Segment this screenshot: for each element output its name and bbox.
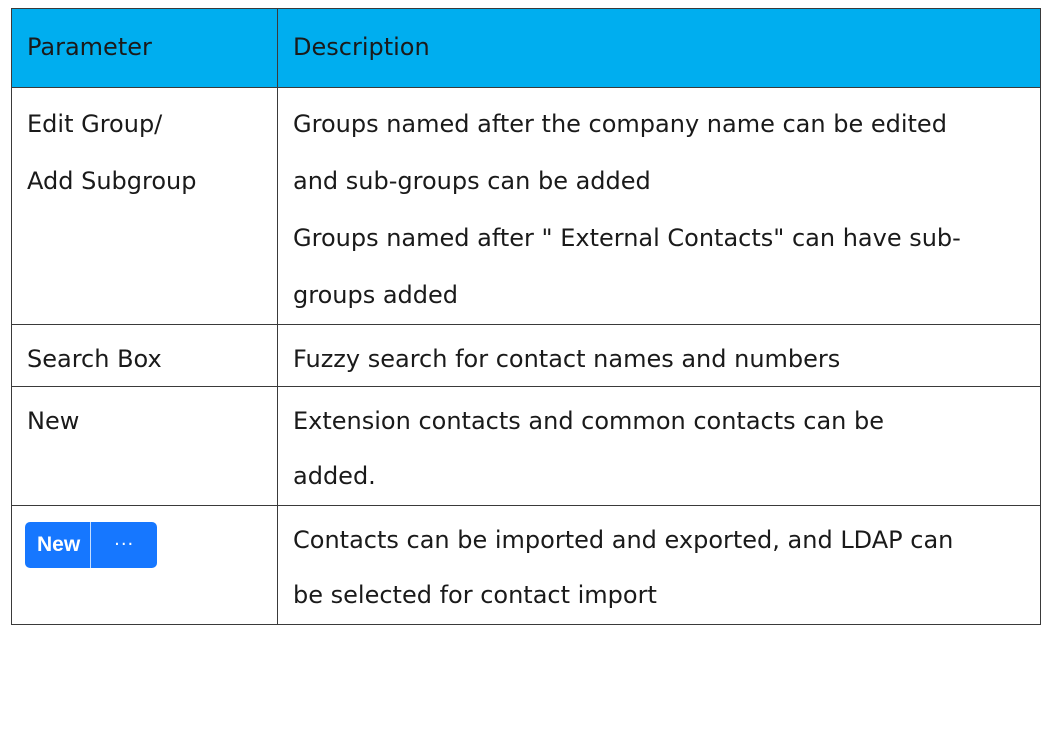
description-text: added. <box>293 462 376 490</box>
description-cell: Groups named after the company name can … <box>277 87 1041 325</box>
description-cell: Fuzzy search for contact names and numbe… <box>277 324 1041 387</box>
new-button-group: New ··· <box>25 522 158 568</box>
table-row: Search Box Fuzzy search for contact name… <box>11 324 1041 387</box>
parameter-text: Edit Group/ <box>27 110 163 138</box>
description-text: groups added <box>293 281 459 309</box>
parameter-cell: New ··· <box>11 505 278 625</box>
new-button[interactable]: New <box>25 522 92 568</box>
description-text: Extension contacts and common contacts c… <box>293 407 885 435</box>
description-cell: Contacts can be imported and exported, a… <box>277 505 1041 625</box>
parameter-table: Parameter Description Edit Group/ Add Su… <box>11 8 1041 625</box>
parameter-text: New <box>27 407 80 435</box>
description-text: Contacts can be imported and exported, a… <box>293 526 954 554</box>
description-text: and sub-groups can be added <box>293 167 651 195</box>
table-header-row: Parameter Description <box>11 8 1041 88</box>
description-text: Groups named after " External Contacts" … <box>293 224 961 252</box>
ellipsis-icon: ··· <box>114 534 135 555</box>
parameter-cell: Edit Group/ Add Subgroup <box>11 87 278 325</box>
table-row: Edit Group/ Add Subgroup Groups named af… <box>11 87 1041 325</box>
description-cell: Extension contacts and common contacts c… <box>277 386 1041 506</box>
table-row: New Extension contacts and common contac… <box>11 386 1041 506</box>
description-text: be selected for contact import <box>293 581 657 609</box>
table-row: New ··· Contacts can be imported and exp… <box>11 505 1041 625</box>
parameter-cell: Search Box <box>11 324 278 387</box>
parameter-text: Add Subgroup <box>27 167 197 195</box>
description-text: Fuzzy search for contact names and numbe… <box>293 345 841 373</box>
parameter-text: Search Box <box>27 345 162 373</box>
header-parameter: Parameter <box>11 8 278 88</box>
description-text: Groups named after the company name can … <box>293 110 947 138</box>
header-description: Description <box>277 8 1041 88</box>
parameter-cell: New <box>11 386 278 506</box>
more-options-button[interactable]: ··· <box>91 522 157 568</box>
